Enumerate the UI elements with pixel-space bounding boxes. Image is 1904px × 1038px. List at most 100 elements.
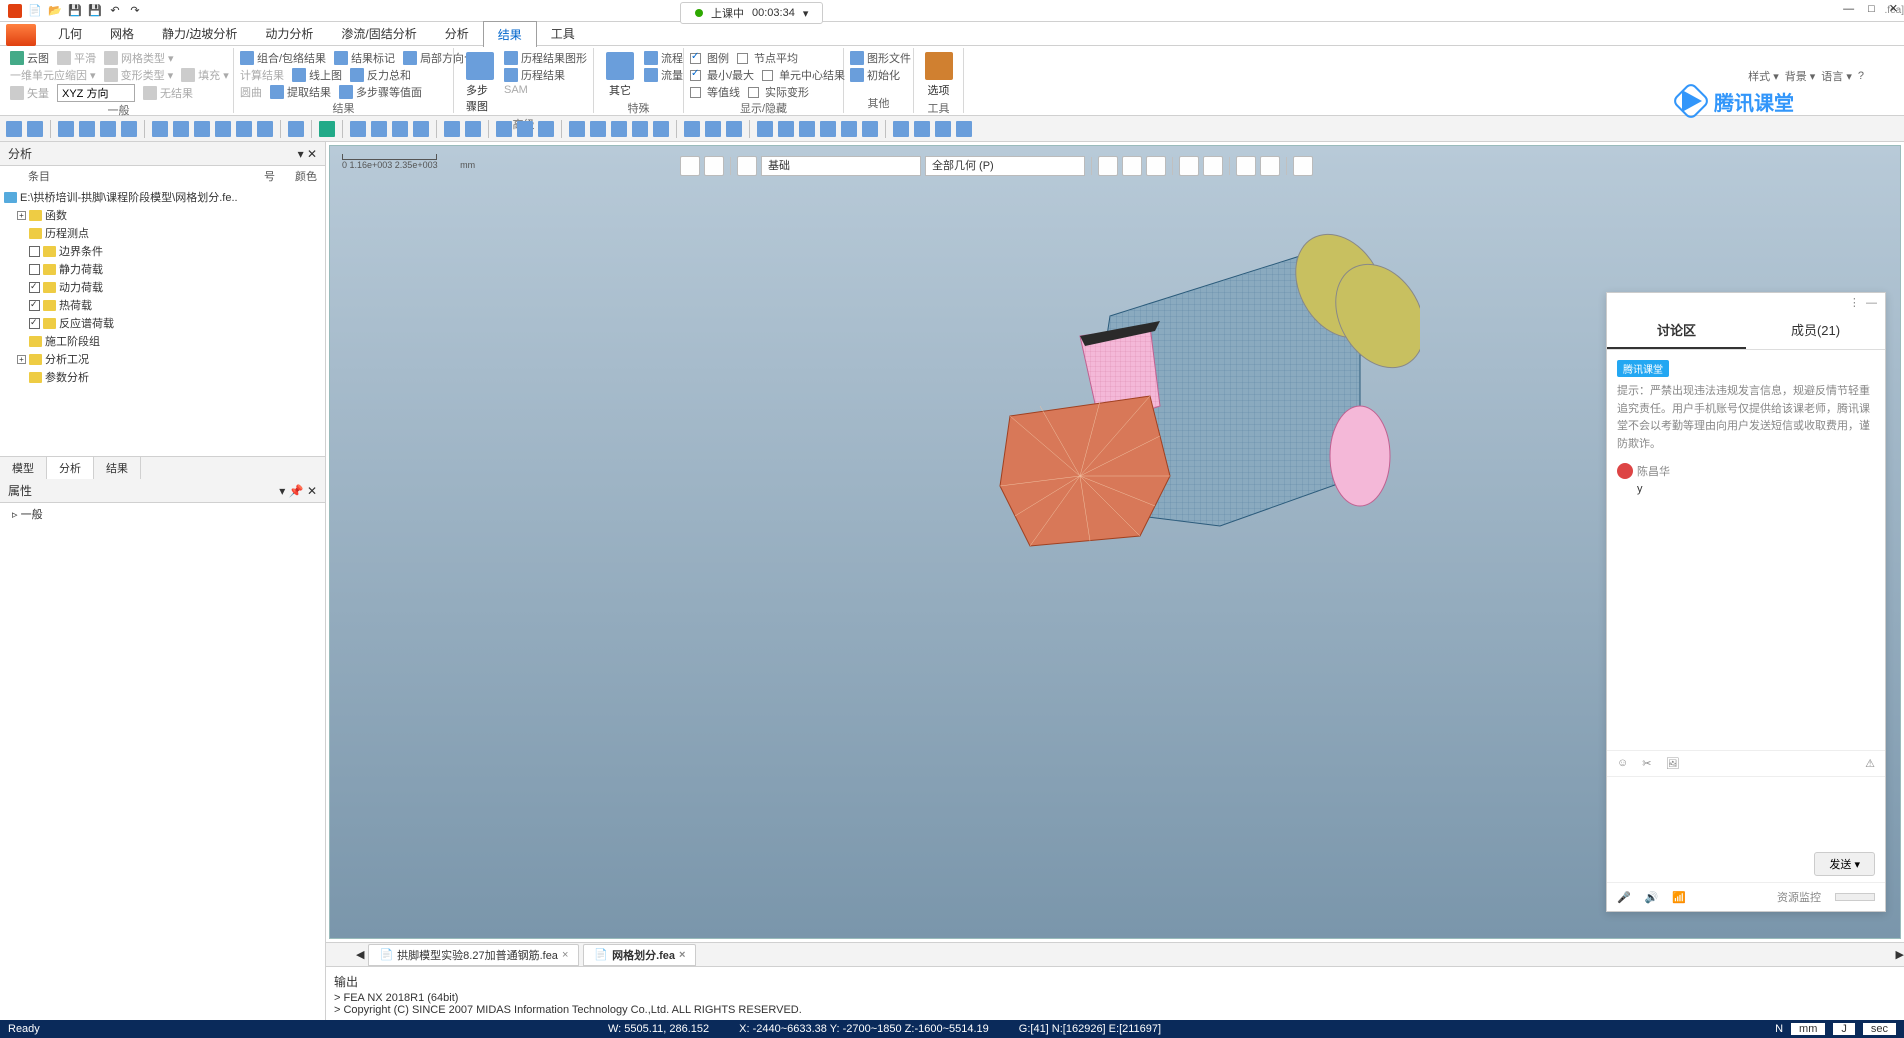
- tb-icon[interactable]: [569, 121, 585, 137]
- vt-btn[interactable]: [1146, 156, 1166, 176]
- btn-smooth[interactable]: 平滑: [57, 50, 96, 66]
- tb-icon[interactable]: [392, 121, 408, 137]
- chk-realdeform[interactable]: 实际变形: [748, 84, 809, 100]
- minimize-icon[interactable]: —: [1843, 3, 1854, 15]
- tb-icon[interactable]: [893, 121, 909, 137]
- tree-item[interactable]: 反应谱荷载: [4, 314, 321, 332]
- tb-icon[interactable]: [371, 121, 387, 137]
- vt-btn[interactable]: [1179, 156, 1199, 176]
- tb-icon[interactable]: [611, 121, 627, 137]
- tree-item[interactable]: 边界条件: [4, 242, 321, 260]
- tb-icon[interactable]: [517, 121, 533, 137]
- btn-options[interactable]: 选项: [920, 50, 957, 100]
- vt-btn[interactable]: [737, 156, 757, 176]
- btn-reactiontotal[interactable]: 反力总和: [350, 67, 411, 83]
- model-tree[interactable]: E:\拱桥培训-拱脚\课程阶段模型\网格划分.fe.. +函数历程测点边界条件静…: [0, 186, 325, 456]
- chk-elemcenter[interactable]: 单元中心结果: [762, 67, 845, 83]
- chk-minmax[interactable]: 最小/最大: [690, 67, 754, 83]
- btn-other[interactable]: 其它: [600, 50, 640, 100]
- vt-btn[interactable]: [1293, 156, 1313, 176]
- image-icon[interactable]: 🖼: [1665, 757, 1679, 770]
- vt-btn[interactable]: [1203, 156, 1223, 176]
- scissors-icon[interactable]: ✂: [1642, 757, 1651, 770]
- tab-nav-right[interactable]: ▶: [1896, 948, 1904, 961]
- lang-dropdown[interactable]: 语言 ▾: [1821, 68, 1852, 84]
- pin-icon[interactable]: ▾: [298, 147, 304, 161]
- chk-nodeavg[interactable]: 节点平均: [737, 50, 798, 66]
- chat-tab-members[interactable]: 成员(21): [1746, 312, 1885, 349]
- chat-min-icon[interactable]: —: [1866, 297, 1877, 309]
- btn-calcresult[interactable]: 计算结果: [240, 67, 284, 83]
- tb-icon[interactable]: [27, 121, 43, 137]
- tree-item[interactable]: 施工阶段组: [4, 332, 321, 350]
- btn-history-result[interactable]: 历程结果: [504, 67, 565, 83]
- tb-icon[interactable]: [538, 121, 554, 137]
- tb-icon[interactable]: [653, 121, 669, 137]
- new-icon[interactable]: 📄: [28, 4, 42, 18]
- btn-init[interactable]: 初始化: [850, 67, 900, 83]
- tb-icon[interactable]: [684, 121, 700, 137]
- pin-icon[interactable]: ▾: [279, 484, 285, 498]
- tb-icon[interactable]: [79, 121, 95, 137]
- btn-multistep-chart[interactable]: 多步骤图: [460, 50, 500, 116]
- app-menu-button[interactable]: [6, 24, 36, 46]
- tb-icon[interactable]: [58, 121, 74, 137]
- vt-btn[interactable]: [1098, 156, 1118, 176]
- btn-1d-factor[interactable]: 一维单元应缩因 ▾: [10, 67, 96, 83]
- tb-icon[interactable]: [257, 121, 273, 137]
- style-dropdown[interactable]: 样式 ▾: [1748, 68, 1779, 84]
- tb-icon[interactable]: [350, 121, 366, 137]
- tb-icon[interactable]: [100, 121, 116, 137]
- btn-imagefile[interactable]: 图形文件: [850, 50, 911, 66]
- btn-contour[interactable]: 云图: [10, 50, 49, 66]
- close-tab-icon[interactable]: ×: [562, 949, 568, 961]
- btn-circle[interactable]: 圆曲: [240, 84, 262, 100]
- undo-icon[interactable]: ↶: [108, 4, 122, 18]
- tb-icon[interactable]: [6, 121, 22, 137]
- tb-icon[interactable]: [215, 121, 231, 137]
- tb-icon[interactable]: [956, 121, 972, 137]
- tb-icon[interactable]: [413, 121, 429, 137]
- tb-icon[interactable]: [590, 121, 606, 137]
- tab-model[interactable]: 模型: [0, 457, 47, 479]
- vt-btn[interactable]: [680, 156, 700, 176]
- btn-noresult[interactable]: 无结果: [143, 85, 193, 101]
- tree-item[interactable]: 热荷载: [4, 296, 321, 314]
- redo-icon[interactable]: ↷: [128, 4, 142, 18]
- view-select-1[interactable]: 基础: [761, 156, 921, 176]
- tb-icon[interactable]: [820, 121, 836, 137]
- tb-icon[interactable]: [496, 121, 512, 137]
- emoji-icon[interactable]: ☺: [1617, 757, 1628, 770]
- close-icon[interactable]: ✕: [1889, 2, 1898, 15]
- tb-icon[interactable]: [632, 121, 648, 137]
- bg-dropdown[interactable]: 背景 ▾: [1785, 68, 1816, 84]
- props-general[interactable]: ▹ 一般: [0, 503, 325, 525]
- chk-contourline[interactable]: 等值线: [690, 84, 740, 100]
- chat-body[interactable]: 腾讯课堂 提示：严禁出现违法违规发言信息，规避反情节轻重追究责任。用户手机账号仅…: [1607, 350, 1885, 750]
- btn-multistep-iso[interactable]: 多步骤等值面: [339, 84, 422, 100]
- vt-btn[interactable]: [1260, 156, 1280, 176]
- tb-icon[interactable]: [841, 121, 857, 137]
- tree-item[interactable]: 参数分析: [4, 368, 321, 386]
- btn-fill[interactable]: 填充 ▾: [181, 67, 229, 83]
- btn-onlinechart[interactable]: 线上图: [292, 67, 342, 83]
- tab-analysis[interactable]: 分析: [47, 457, 94, 479]
- xyz-direction-dropdown[interactable]: [57, 84, 135, 102]
- tree-item[interactable]: 静力荷载: [4, 260, 321, 278]
- tb-icon[interactable]: [726, 121, 742, 137]
- tb-icon[interactable]: [288, 121, 304, 137]
- btn-vector[interactable]: 矢量: [10, 85, 49, 101]
- vt-btn[interactable]: [704, 156, 724, 176]
- btn-history-chart[interactable]: 历程结果图形: [504, 50, 587, 66]
- file-tab[interactable]: 📄拱脚模型实验8.27加普通钢筋.fea×: [368, 944, 579, 966]
- tb-icon[interactable]: [778, 121, 794, 137]
- speaker-icon[interactable]: 🔊: [1645, 891, 1659, 904]
- dropdown-icon[interactable]: ▾: [803, 7, 809, 20]
- menu-mesh[interactable]: 网格: [96, 21, 148, 46]
- menu-tools[interactable]: 工具: [537, 21, 589, 46]
- menu-dynamic[interactable]: 动力分析: [251, 21, 327, 46]
- warning-icon[interactable]: ⚠: [1865, 757, 1875, 770]
- menu-geometry[interactable]: 几何: [44, 21, 96, 46]
- resource-monitor[interactable]: 资源监控: [1777, 889, 1821, 905]
- btn-combine[interactable]: 组合/包络结果: [240, 50, 326, 66]
